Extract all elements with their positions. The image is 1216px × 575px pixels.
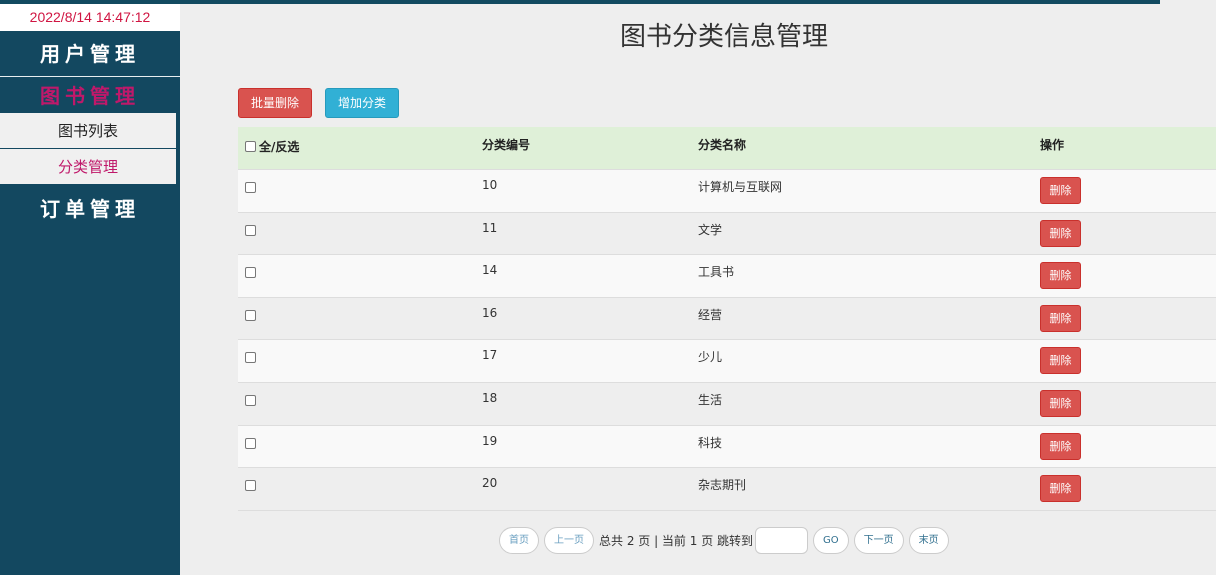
- prev-page-button[interactable]: 上一页: [544, 527, 594, 554]
- row-name: 杂志期刊: [698, 478, 747, 493]
- row-select-cell: [245, 350, 256, 364]
- table-row: 19 科技 删除: [238, 425, 1216, 469]
- table-row: 10 计算机与互联网 删除: [238, 170, 1216, 213]
- nav-category-management[interactable]: 分类管理: [0, 149, 176, 185]
- row-select-cell: [245, 393, 256, 407]
- header-action: 操作: [1040, 138, 1065, 152]
- nav-user-management[interactable]: 用户管理: [0, 31, 180, 77]
- row-checkbox[interactable]: [245, 309, 256, 321]
- sidebar: 用户管理 图书管理 图书列表 分类管理 订单管理: [0, 31, 180, 575]
- row-select-cell: [245, 308, 256, 322]
- nav-book-list[interactable]: 图书列表: [0, 113, 176, 149]
- row-name: 文学: [698, 222, 723, 237]
- page-title: 图书分类信息管理: [620, 22, 829, 52]
- row-select-cell: [245, 265, 256, 279]
- table-header: 全/反选 分类编号 分类名称 操作: [238, 127, 1216, 170]
- select-all-checkbox[interactable]: [245, 141, 256, 152]
- select-all-cell: 全/反选: [245, 138, 299, 155]
- row-select-cell: [245, 223, 256, 237]
- table-row: 17 少儿 删除: [238, 340, 1216, 383]
- row-delete-button[interactable]: 删除: [1040, 347, 1081, 375]
- row-checkbox[interactable]: [245, 394, 256, 406]
- page-info: 总共 2 页 | 当前 1 页 跳转到: [599, 534, 754, 548]
- row-id: 19: [482, 433, 498, 448]
- row-name: 工具书: [698, 265, 735, 280]
- row-id: 10: [482, 178, 498, 192]
- row-delete-button[interactable]: 删除: [1040, 219, 1081, 247]
- first-page-button[interactable]: 首页: [499, 527, 539, 554]
- row-checkbox[interactable]: [245, 480, 256, 492]
- pagination: 首页 上一页 总共 2 页 | 当前 1 页 跳转到 GO 下一页 末页: [499, 527, 954, 554]
- row-id: 17: [482, 348, 498, 363]
- row-id: 16: [482, 305, 498, 320]
- clock: 2022/8/14 14:47:12: [0, 4, 180, 31]
- table-row: 18 生活 删除: [238, 382, 1216, 426]
- table-body: 10 计算机与互联网 删除 11 文学 删除 14 工具书 删除 16 经营 删除 17 少儿 删除 18 生活…: [238, 170, 1216, 511]
- row-id: 14: [482, 263, 498, 278]
- row-name: 科技: [698, 435, 723, 450]
- jump-page-input[interactable]: [755, 527, 809, 554]
- row-name: 计算机与互联网: [698, 180, 783, 194]
- select-all-label: 全/反选: [259, 140, 300, 154]
- header-id: 分类编号: [482, 138, 531, 152]
- row-delete-button[interactable]: 删除: [1040, 432, 1081, 460]
- row-name: 经营: [698, 307, 723, 322]
- nav-order-management[interactable]: 订单管理: [0, 189, 180, 229]
- header-name: 分类名称: [698, 138, 747, 152]
- row-checkbox[interactable]: [245, 182, 256, 193]
- next-page-button[interactable]: 下一页: [853, 527, 904, 554]
- category-table: 全/反选 分类编号 分类名称 操作 10 计算机与互联网 删除 11 文学 删除 14 工具书…: [238, 127, 1216, 511]
- go-button[interactable]: GO: [813, 527, 849, 554]
- batch-delete-button[interactable]: 批量删除: [238, 88, 312, 118]
- row-checkbox[interactable]: [245, 224, 256, 236]
- row-id: 11: [482, 220, 498, 235]
- add-category-button[interactable]: 增加分类: [325, 88, 399, 118]
- row-select-cell: [245, 436, 256, 450]
- row-delete-button[interactable]: 删除: [1040, 262, 1081, 290]
- row-delete-button[interactable]: 删除: [1040, 475, 1081, 503]
- row-name: 少儿: [698, 350, 723, 365]
- row-id: 18: [482, 390, 498, 405]
- nav-book-management[interactable]: 图书管理: [0, 77, 180, 113]
- row-select-cell: [245, 478, 256, 492]
- table-row: 16 经营 删除: [238, 297, 1216, 341]
- row-checkbox[interactable]: [245, 352, 256, 364]
- table-row: 20 杂志期刊 删除: [238, 468, 1216, 511]
- row-checkbox[interactable]: [245, 437, 256, 449]
- row-delete-button[interactable]: 删除: [1040, 389, 1081, 417]
- row-delete-button[interactable]: 删除: [1040, 177, 1081, 204]
- last-page-button[interactable]: 末页: [908, 527, 949, 554]
- table-row: 11 文学 删除: [238, 212, 1216, 256]
- row-select-cell: [245, 180, 256, 194]
- row-name: 生活: [698, 392, 723, 407]
- row-id: 20: [482, 476, 498, 491]
- row-checkbox[interactable]: [245, 267, 256, 279]
- table-row: 14 工具书 删除: [238, 255, 1216, 298]
- row-delete-button[interactable]: 删除: [1040, 304, 1081, 332]
